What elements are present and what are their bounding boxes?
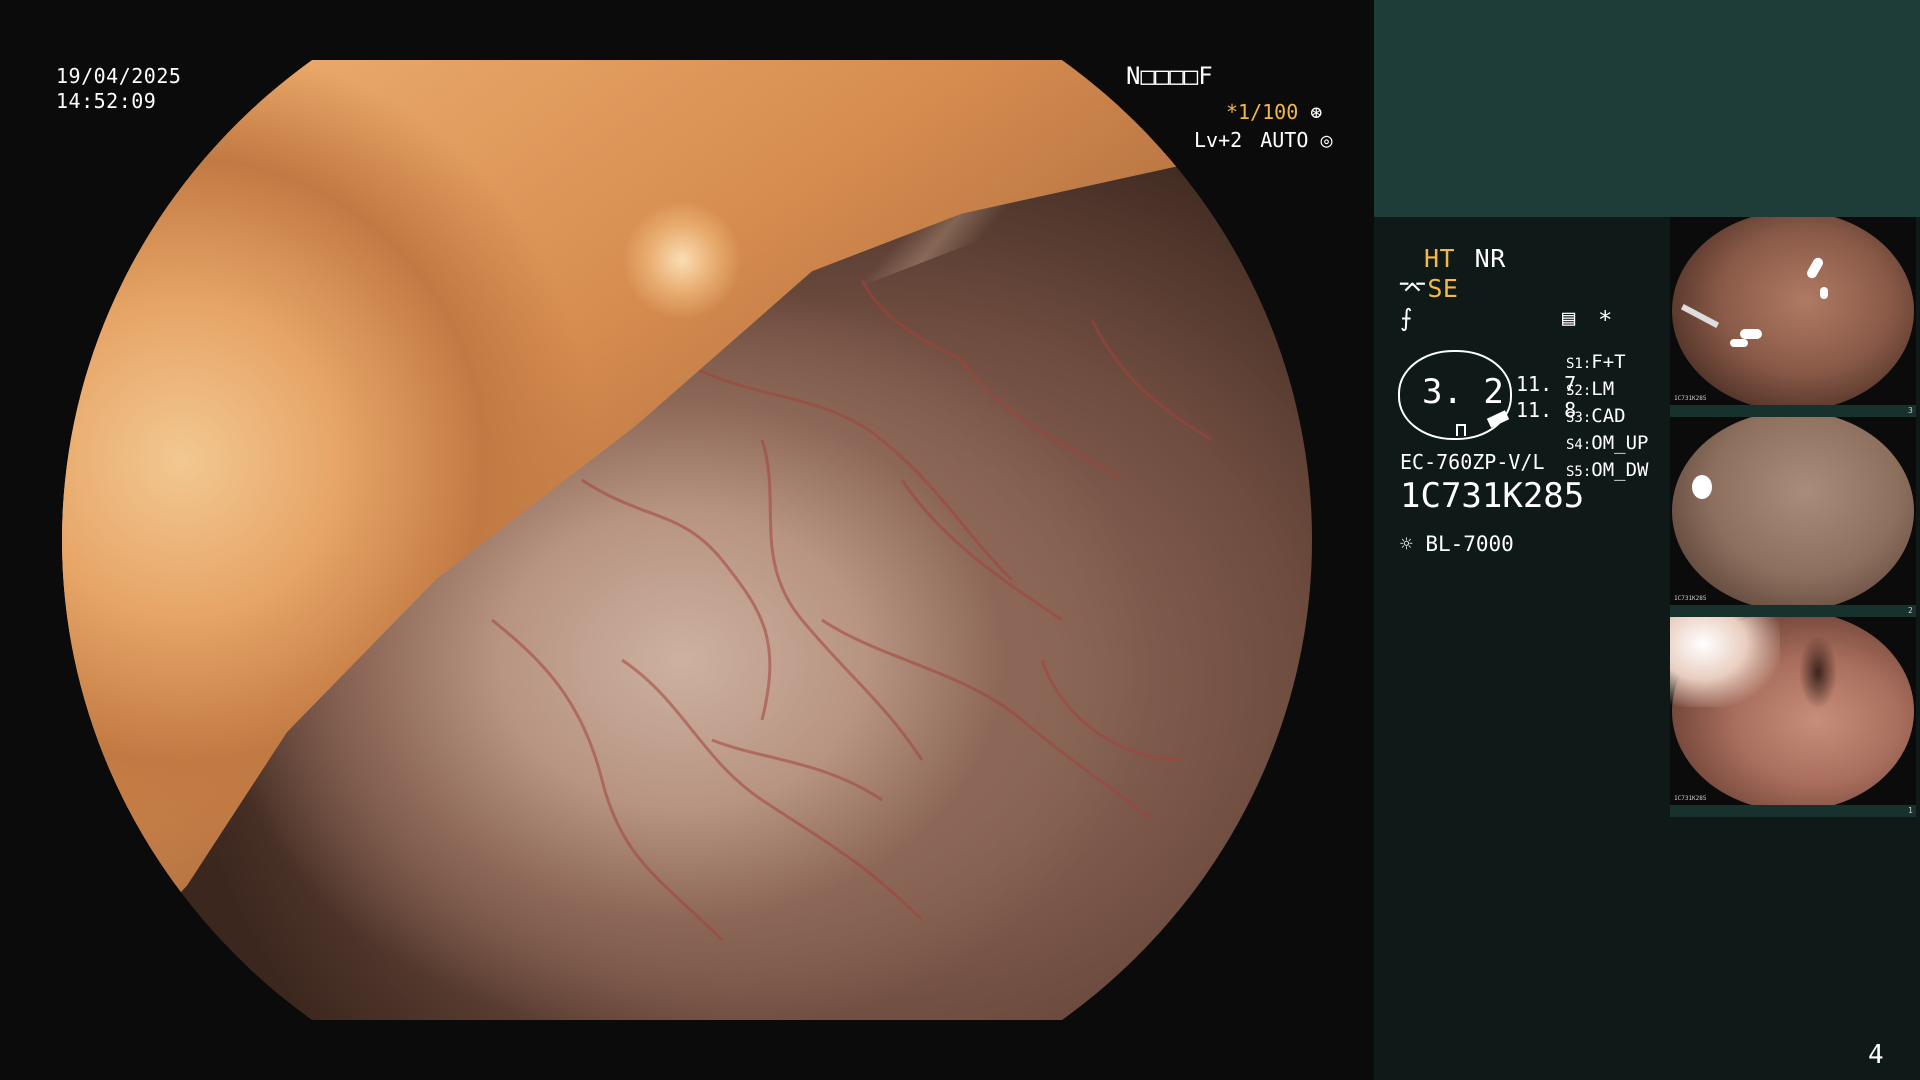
thumbnail-2[interactable]: 1C731K285 2 [1670,417,1916,617]
switch-item: S3:CAD [1566,405,1626,427]
thumbnail-index: 1 [1908,806,1913,815]
se-indicator: SE [1427,274,1459,303]
switch-item: S1:F+T [1566,351,1626,373]
shutter-value: *1/100 [1226,100,1299,124]
iris-icon: ◎ [1320,128,1333,152]
thumbnail-strip [1670,805,1916,817]
page-number: 4 [1868,1040,1884,1070]
light-reflection [622,200,742,320]
capture-date: 19/04/2025 [56,64,182,88]
zoom-gauge: 3. 2 [1398,350,1512,440]
thumbnail-image [1670,217,1916,405]
scope-model: EC-760ZP-V/L [1400,450,1545,474]
thumbnail-strip [1670,605,1916,617]
zoom-marker-icon [1456,424,1466,436]
thumbnail-strip [1670,405,1916,417]
info-panel-header [1374,0,1920,217]
zoom-value: 3. 2 [1422,372,1504,412]
enhancement-row: ⌤SE [1398,274,1458,303]
exposure-mode: AUTO [1260,128,1309,152]
thumbnail-image [1670,417,1916,605]
ht-indicator: HT [1424,244,1456,273]
aperture-icon: ⊛ [1310,100,1323,124]
color-mode-icon: ⨍ [1400,304,1413,332]
switch-list: S1:F+T S2:LM S3:CAD S4:OM_UP S5:OM_DW [1566,350,1649,485]
capture-datetime: 19/04/2025 14:52:09 [56,64,181,114]
light-source-row: ☼ BL-7000 [1400,532,1514,556]
nr-indicator: NR [1474,244,1506,273]
switch-item: S2:LM [1566,378,1615,400]
thumbnail-index: 2 [1908,606,1913,615]
processing-row: HT NR [1424,244,1506,273]
thumbnail-3[interactable]: 1C731K285 3 [1670,217,1916,417]
scope-serial: 1C731K285 [1400,476,1585,516]
thumbnail-serial: 1C731K285 [1674,395,1707,402]
thumbnail-index: 3 [1908,406,1913,415]
exposure-row: Lv+2 AUTO ◎ [1194,128,1332,152]
enhancement-icon: ⌤ [1398,274,1428,303]
freeze-star: * [1598,306,1613,334]
lamp-icon: ☼ [1400,532,1413,556]
switch-item: S4:OM_UP [1566,432,1649,454]
thumbnail-1[interactable]: 1C731K285 1 [1670,617,1916,817]
capture-time: 14:52:09 [56,89,157,113]
patient-code: N□□□□F [1126,62,1213,90]
thumbnail-serial: 1C731K285 [1674,595,1707,602]
record-icon: ▤ [1562,306,1576,331]
thumbnail-serial: 1C731K285 [1674,795,1707,802]
shutter-row: *1/100 ⊛ [1226,100,1322,124]
brightness-level: Lv+2 [1194,128,1243,152]
thumbnail-image [1670,617,1916,805]
light-source: BL-7000 [1425,532,1514,556]
endoscope-live-view [62,60,1312,1020]
